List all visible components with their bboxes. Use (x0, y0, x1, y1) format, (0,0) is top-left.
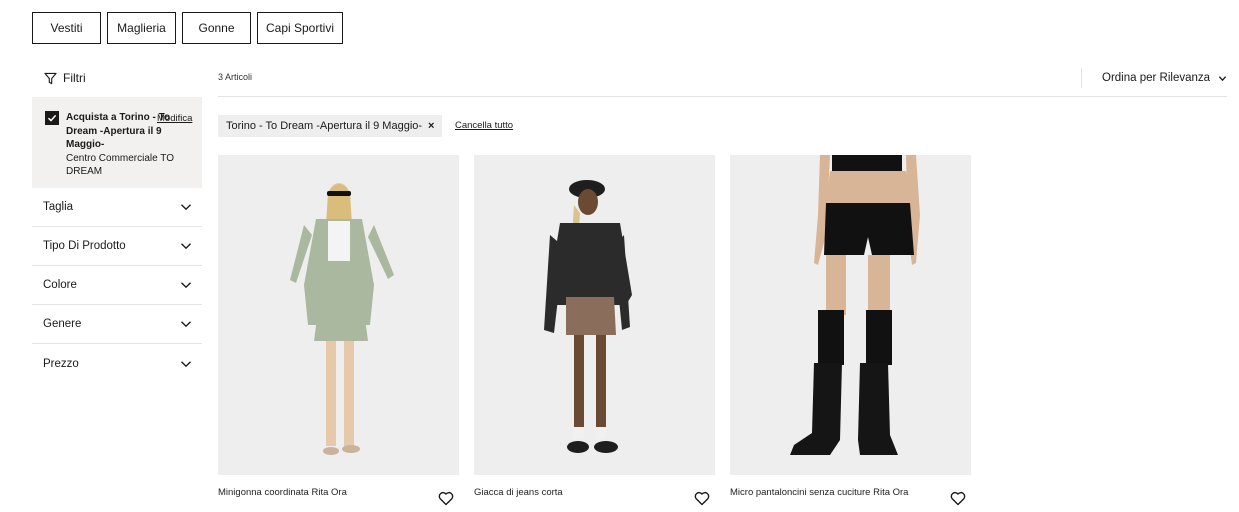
product-title[interactable]: Micro pantaloncini senza cuciture Rita O… (730, 487, 971, 498)
chevron-down-icon (1218, 75, 1227, 81)
facet-label: Genere (43, 318, 82, 330)
category-button-maglieria[interactable]: Maglieria (107, 12, 176, 44)
category-bar: Vestiti Maglieria Gonne Capi Sportivi (32, 12, 343, 44)
filters-label: Filtri (63, 71, 86, 85)
clear-all-link[interactable]: Cancella tutto (455, 120, 513, 131)
store-filter-panel: Acquista a Torino - To Dream -Apertura i… (32, 97, 202, 188)
product-image[interactable] (730, 155, 971, 475)
product-image[interactable] (218, 155, 459, 475)
chevron-down-icon (181, 282, 191, 289)
heart-outline-icon[interactable] (950, 491, 966, 506)
store-edit-link[interactable]: Modifica (157, 113, 192, 124)
sort-label: Ordina per Rilevanza (1102, 72, 1211, 84)
chevron-down-icon (181, 321, 191, 328)
facet-genere[interactable]: Genere (32, 305, 202, 344)
model-figure (290, 183, 394, 455)
category-button-capi-sportivi[interactable]: Capi Sportivi (257, 12, 343, 44)
store-subtitle: Centro Commerciale TO DREAM (66, 152, 174, 178)
heart-outline-icon[interactable] (694, 491, 710, 506)
close-icon[interactable]: × (428, 120, 434, 132)
category-button-gonne[interactable]: Gonne (182, 12, 251, 44)
chevron-down-icon (181, 360, 191, 367)
model-figure (790, 155, 920, 455)
category-button-vestiti[interactable]: Vestiti (32, 12, 101, 44)
product-card[interactable]: Minigonna coordinata Rita Ora (218, 155, 459, 506)
active-filter-chip[interactable]: Torino - To Dream -Apertura il 9 Maggio-… (218, 115, 443, 137)
facet-label: Tipo Di Prodotto (43, 240, 126, 252)
product-image[interactable] (474, 155, 715, 475)
facet-taglia[interactable]: Taglia (32, 188, 202, 227)
facet-label: Taglia (43, 201, 74, 213)
filter-sidebar: Filtri Acquista a Torino - To Dream -Ape… (32, 64, 202, 383)
facet-label: Prezzo (43, 357, 79, 370)
facet-colore[interactable]: Colore (32, 266, 202, 305)
chevron-down-icon (181, 204, 191, 211)
product-title[interactable]: Giacca di jeans corta (474, 487, 715, 498)
chip-label: Torino - To Dream -Apertura il 9 Maggio- (226, 120, 423, 132)
heart-outline-icon[interactable] (438, 491, 454, 506)
check-icon (47, 114, 57, 122)
filter-funnel-icon (44, 72, 57, 84)
results-count: 3 Articoli (218, 72, 253, 82)
store-checkbox[interactable] (45, 111, 59, 125)
product-title[interactable]: Minigonna coordinata Rita Ora (218, 487, 459, 498)
product-card[interactable]: Micro pantaloncini senza cuciture Rita O… (730, 155, 971, 506)
model-figure (544, 180, 632, 453)
facet-label: Colore (43, 279, 77, 291)
product-card[interactable]: Giacca di jeans corta (474, 155, 715, 506)
filters-header[interactable]: Filtri (32, 64, 202, 92)
toolbar-divider (218, 96, 1227, 97)
facet-prezzo[interactable]: Prezzo (32, 344, 202, 383)
facet-tipo-di-prodotto[interactable]: Tipo Di Prodotto (32, 227, 202, 266)
sort-dropdown[interactable]: Ordina per Rilevanza (1081, 68, 1227, 88)
chevron-down-icon (181, 243, 191, 250)
